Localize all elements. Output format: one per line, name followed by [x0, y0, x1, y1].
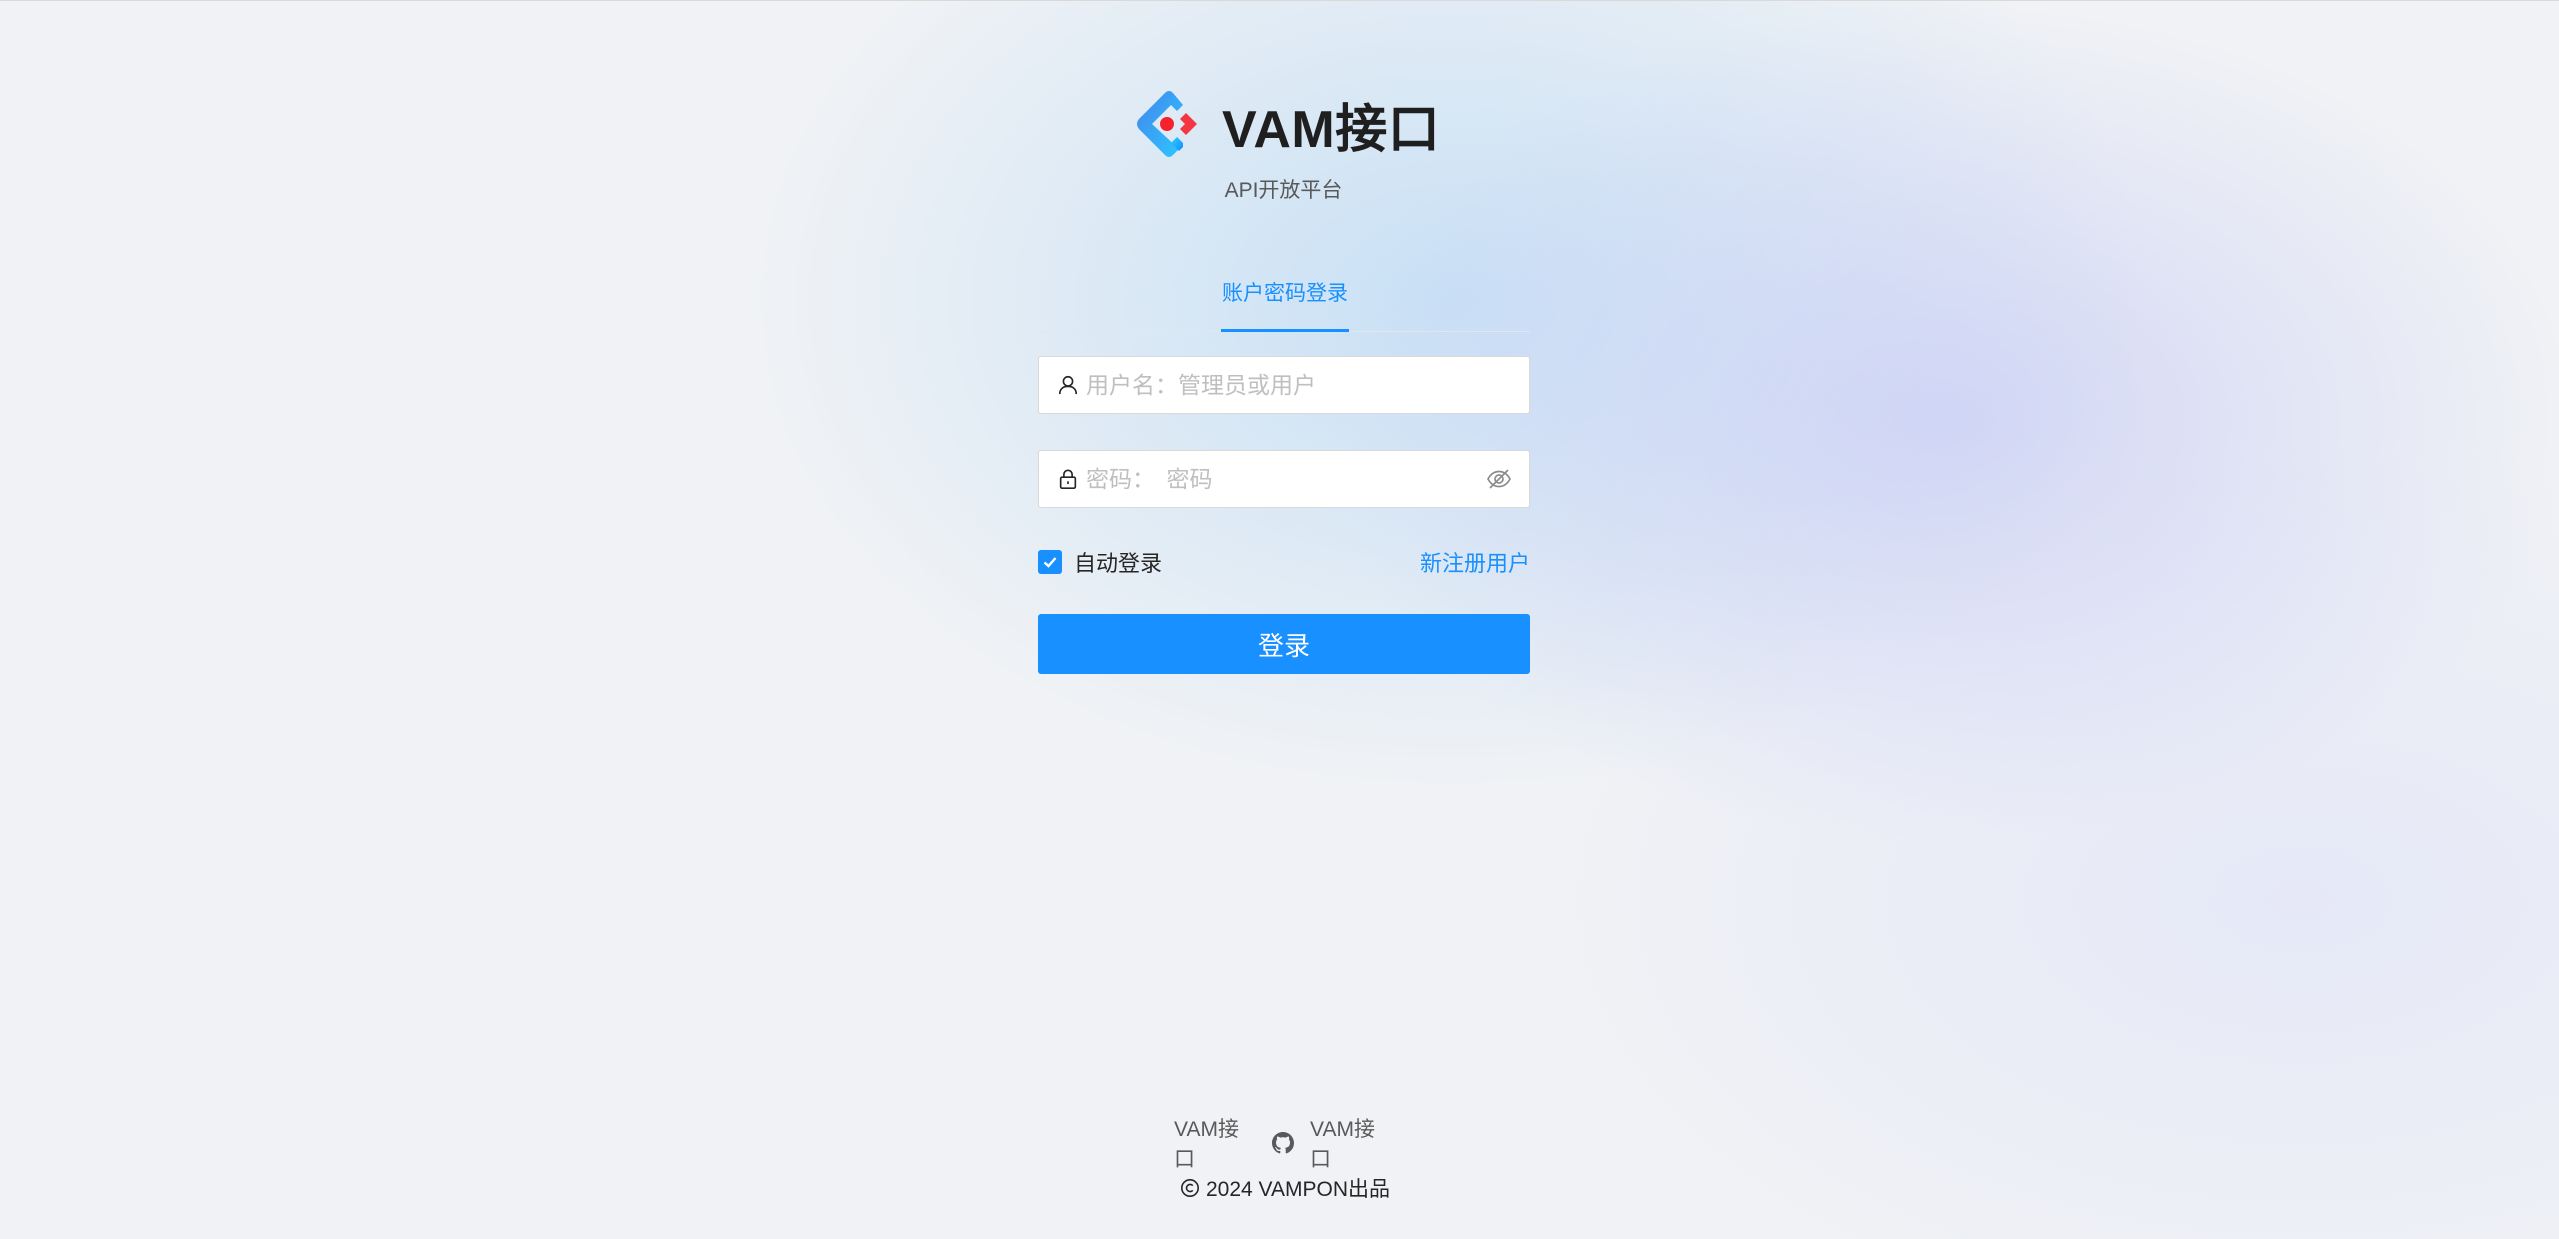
copyright: 2024 VAMPON出品: [1160, 1173, 1410, 1203]
footer-link-right[interactable]: VAM接口: [1310, 1113, 1394, 1173]
ant-design-logo-icon: [1134, 89, 1204, 159]
register-link[interactable]: 新注册用户: [1420, 546, 1530, 578]
app-subtitle: API开放平台: [1224, 179, 1343, 202]
checkbox-checked-icon[interactable]: [1038, 550, 1062, 574]
tab-account-password[interactable]: 账户密码登录: [1221, 282, 1349, 330]
password-field[interactable]: [1038, 450, 1530, 508]
copyright-icon: [1180, 1178, 1200, 1198]
top-border: [0, 0, 2559, 1]
user-icon: [1056, 373, 1080, 397]
login-form: 账户密码登录 用户名：管理员或用户 自动登录 新注册用户 登录: [1038, 270, 1530, 674]
remember-me-label: 自动登录: [1074, 551, 1163, 576]
password-input[interactable]: [1086, 459, 1485, 499]
tab-active-indicator: [1221, 329, 1349, 332]
eye-invisible-icon[interactable]: [1485, 465, 1513, 493]
footer-links: VAM接口 VAM接口: [1174, 1118, 1394, 1171]
copyright-text: 2024 VAMPON出品: [1205, 1178, 1390, 1201]
brand-header: VAM接口: [1134, 88, 1440, 160]
footer-link-left[interactable]: VAM接口: [1174, 1113, 1258, 1173]
lock-icon: [1056, 467, 1080, 491]
login-options: 自动登录 新注册用户: [1038, 548, 1530, 576]
remember-me-checkbox[interactable]: 自动登录: [1038, 546, 1162, 578]
login-button[interactable]: 登录: [1038, 614, 1530, 674]
github-icon[interactable]: [1272, 1132, 1294, 1154]
login-tabs: 账户密码登录: [1038, 270, 1530, 332]
username-field[interactable]: [1038, 356, 1530, 414]
username-input[interactable]: [1086, 365, 1529, 405]
app-title: VAM接口: [1222, 100, 1441, 159]
